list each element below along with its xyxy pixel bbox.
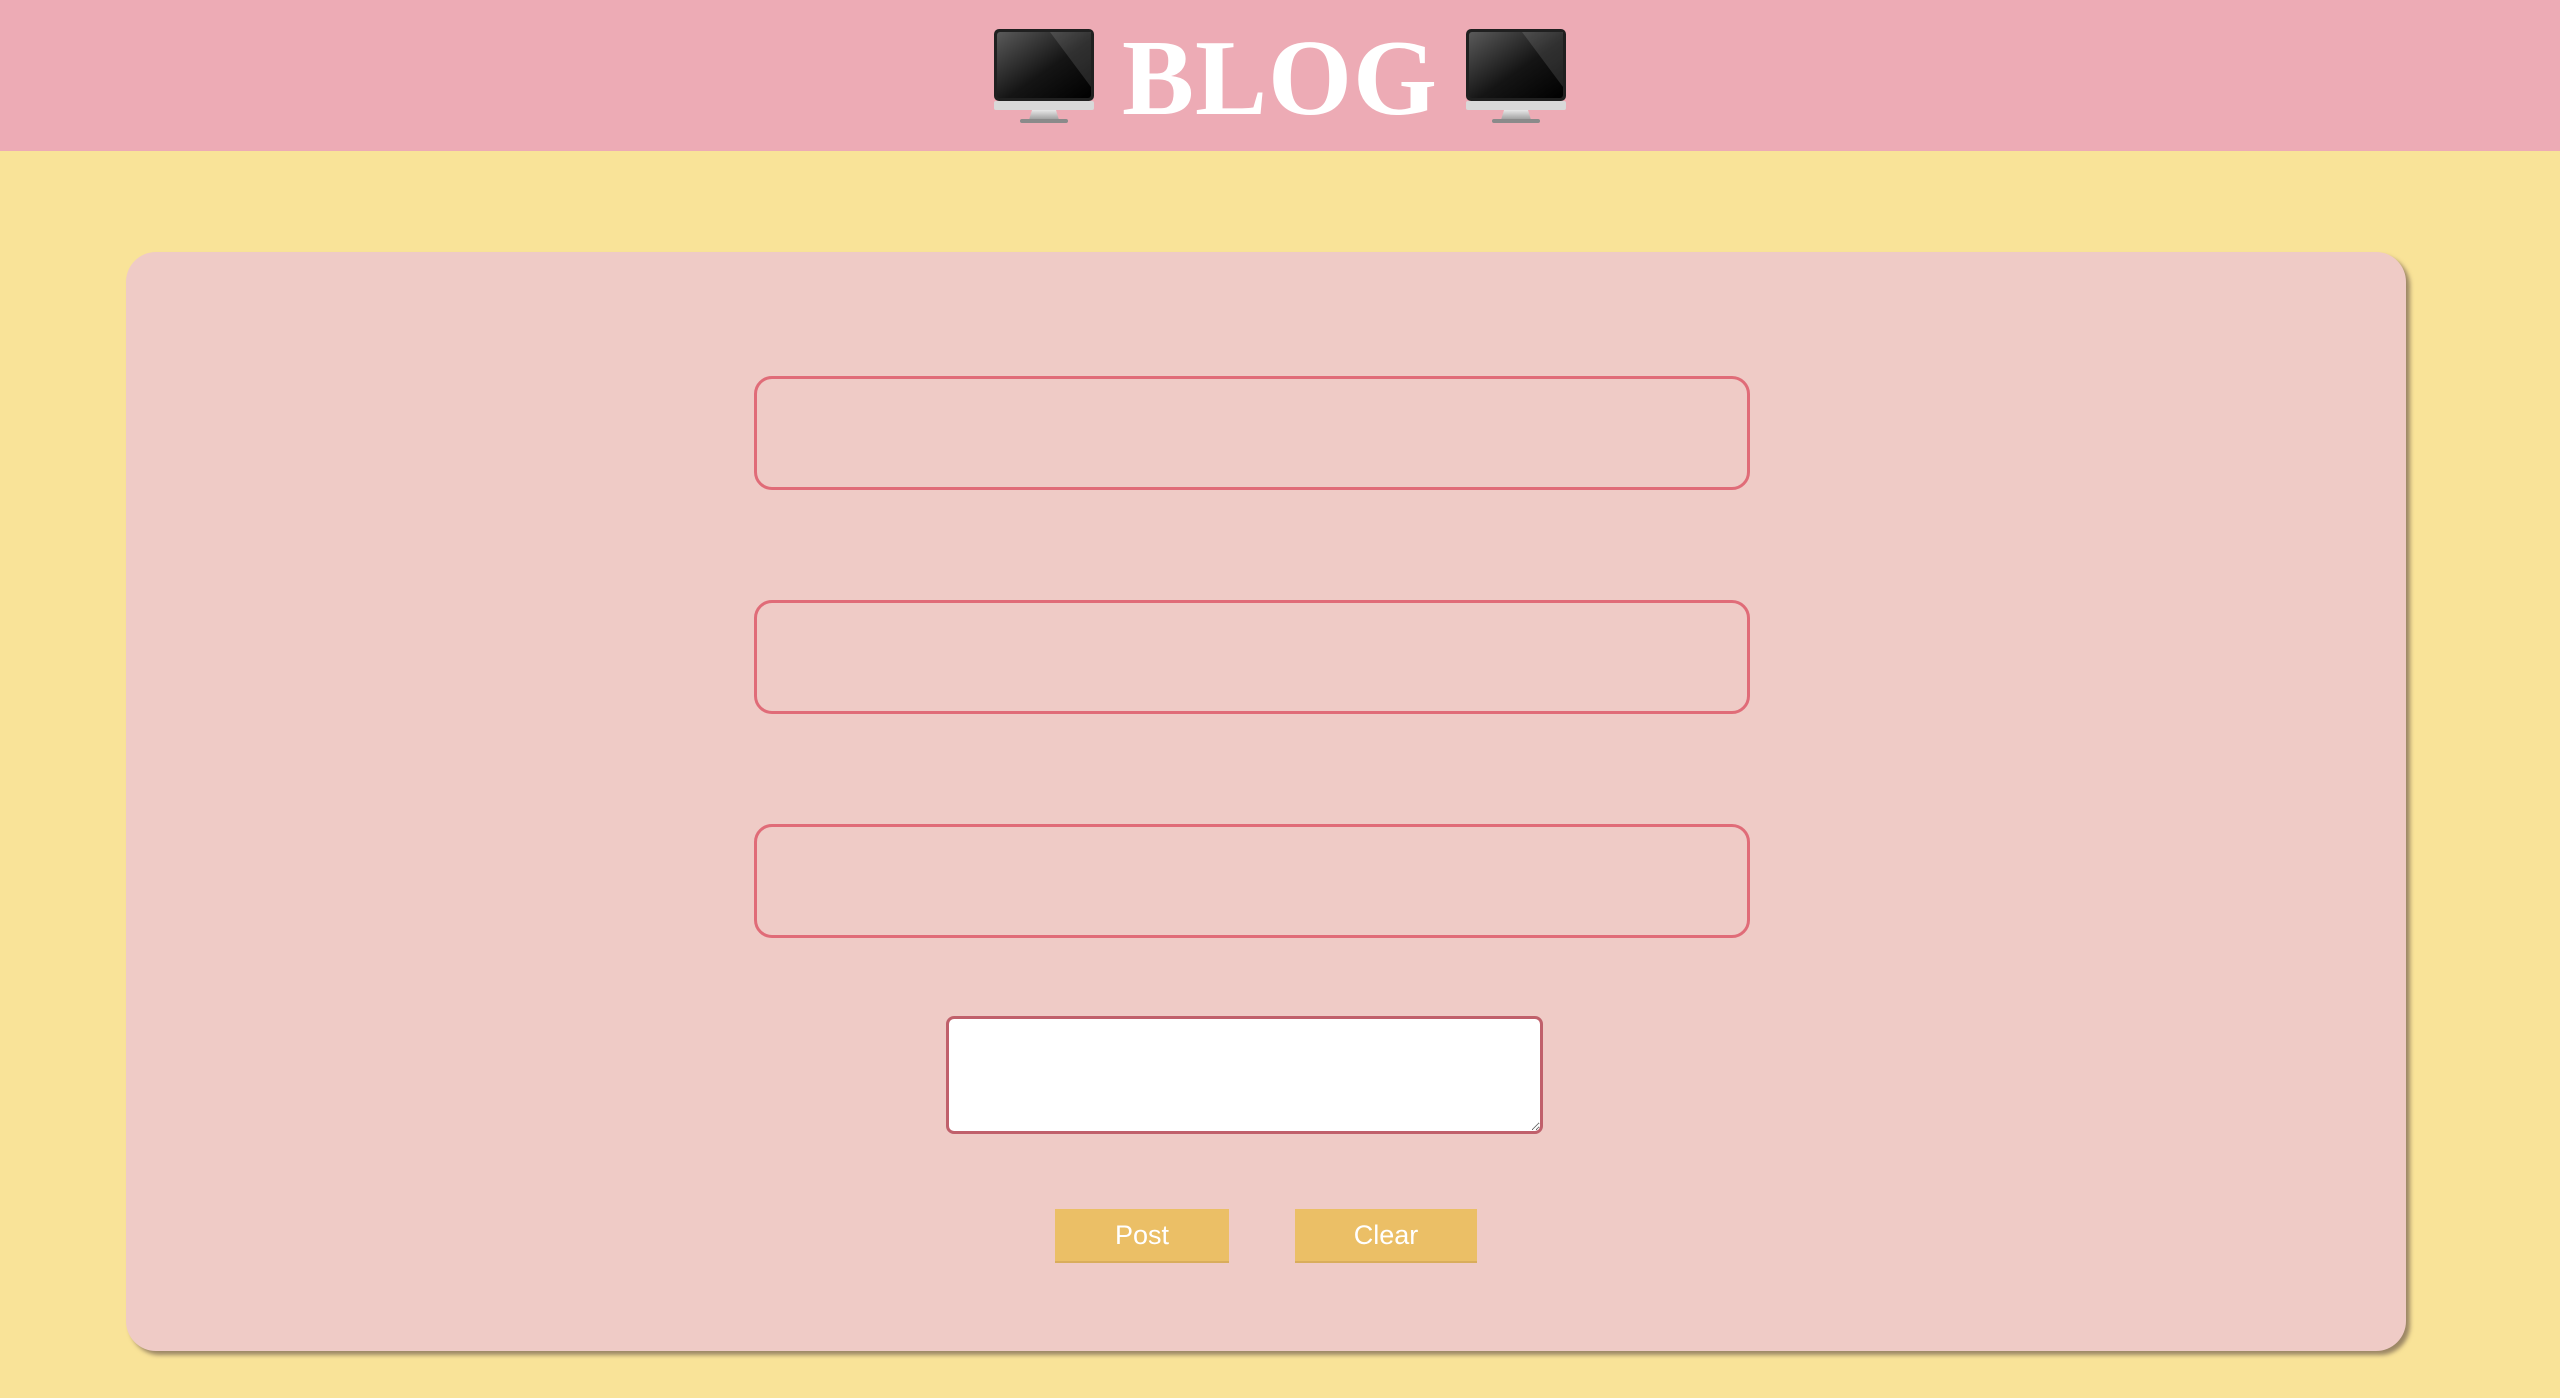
site-header: BLOG	[0, 0, 2560, 151]
page-title: BLOG	[1121, 18, 1439, 138]
post-content-textarea[interactable]	[946, 1016, 1543, 1134]
post-field-1[interactable]	[754, 376, 1750, 490]
post-field-2[interactable]	[754, 600, 1750, 714]
title-row: BLOG	[992, 19, 1568, 133]
post-field-3[interactable]	[754, 824, 1750, 938]
desktop-computer-icon	[993, 28, 1094, 123]
post-form-card: Post Clear	[126, 252, 2406, 1351]
desktop-computer-icon	[1466, 28, 1567, 123]
clear-button[interactable]: Clear	[1295, 1209, 1477, 1263]
post-button[interactable]: Post	[1055, 1209, 1229, 1263]
